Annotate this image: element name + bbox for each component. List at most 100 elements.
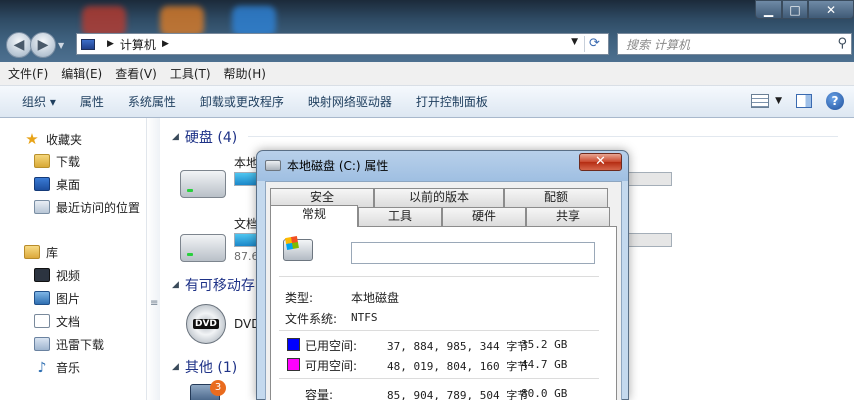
- star-icon: ★: [25, 130, 39, 148]
- group-title: 有可移动存: [184, 278, 255, 294]
- capacity-label: 容量:: [305, 388, 334, 400]
- sidebar-item-desktop[interactable]: 桌面: [34, 175, 80, 193]
- type-label: 类型:: [285, 291, 314, 305]
- dialog-close-button[interactable]: ✕: [579, 153, 622, 171]
- hard-drive-icon: [265, 160, 281, 171]
- properties-button[interactable]: 属性: [80, 93, 104, 110]
- menu-view[interactable]: 查看(V): [115, 65, 157, 82]
- free-space-label: 可用空间:: [305, 359, 358, 373]
- address-dropdown-icon[interactable]: ▼: [571, 37, 578, 47]
- sidebar-item-downloads[interactable]: 下载: [34, 152, 80, 170]
- pane-splitter[interactable]: ≡: [146, 118, 160, 400]
- dialog-body: 安全 以前的版本 配额 常规 工具 硬件 共享 类型: 本地磁盘 文件系统: N…: [265, 181, 622, 400]
- splitter-grip-icon: ≡: [150, 298, 159, 309]
- tab-tools[interactable]: 工具: [358, 207, 442, 226]
- menu-bar: 文件(F) 编辑(E) 查看(V) 工具(T) 帮助(H): [0, 62, 854, 86]
- used-space-gb: 35.2 GB: [521, 338, 568, 351]
- downloads-folder-icon: [34, 154, 50, 168]
- sidebar-item-documents[interactable]: 文档: [34, 312, 80, 330]
- filesystem-label: 文件系统:: [285, 312, 338, 326]
- sidebar-label: 库: [46, 245, 59, 260]
- dialog-title-text: 本地磁盘 (C:) 属性: [287, 159, 389, 173]
- group-title: 硬盘 (4): [184, 130, 238, 146]
- breadcrumb-computer[interactable]: 计算机: [120, 36, 156, 53]
- menu-edit[interactable]: 编辑(E): [61, 65, 102, 82]
- documents-icon: [34, 314, 50, 328]
- sidebar-label: 图片: [56, 291, 81, 306]
- collapse-icon: ◢: [172, 362, 179, 372]
- sidebar-item-music[interactable]: ♪ 音乐: [34, 358, 80, 376]
- recent-places-icon: [34, 200, 50, 214]
- group-divider: [248, 136, 838, 137]
- tab-general[interactable]: 常规: [270, 205, 358, 227]
- organize-button[interactable]: 组织 ▾: [22, 93, 56, 110]
- preview-pane-icon[interactable]: [796, 94, 812, 108]
- menu-help[interactable]: 帮助(H): [224, 65, 266, 82]
- tab-quota[interactable]: 配额: [504, 188, 608, 207]
- tab-previous-versions[interactable]: 以前的版本: [374, 188, 504, 207]
- group-header-removable[interactable]: ◢ 有可移动存: [172, 275, 255, 295]
- group-header-other[interactable]: ◢ 其他 (1): [172, 357, 237, 377]
- maximize-button[interactable]: □: [782, 0, 808, 19]
- used-space-swatch: [287, 338, 300, 351]
- other-device-icon[interactable]: 3: [190, 380, 226, 400]
- sidebar-label: 最近访问的位置: [56, 200, 141, 215]
- forward-arrow-icon: ▶: [37, 37, 49, 53]
- taskbar-thumbnail-blur: [160, 6, 204, 36]
- xunlei-folder-icon: [34, 337, 50, 351]
- sidebar-label: 音乐: [56, 360, 81, 375]
- drive-c-icon[interactable]: [180, 170, 226, 198]
- type-value: 本地磁盘: [351, 291, 400, 305]
- videos-icon: [34, 268, 50, 282]
- breadcrumb-separator-icon[interactable]: ▶: [107, 39, 114, 49]
- view-dropdown-icon[interactable]: ▼: [775, 96, 782, 106]
- breadcrumb-separator-icon[interactable]: ▶: [162, 39, 169, 49]
- search-box[interactable]: 搜索 计算机 ⚲: [617, 33, 852, 55]
- tab-hardware[interactable]: 硬件: [442, 207, 526, 226]
- drive-d-free-text: 87.6: [234, 250, 259, 263]
- dvd-badge: DVD: [193, 319, 219, 329]
- menu-file[interactable]: 文件(F): [8, 65, 48, 82]
- sidebar-item-pictures[interactable]: 图片: [34, 289, 80, 307]
- forward-button[interactable]: ▶: [30, 32, 56, 58]
- computer-icon: [81, 38, 95, 50]
- drive-d-icon[interactable]: [180, 234, 226, 262]
- filesystem-value: NTFS: [351, 311, 378, 324]
- sidebar-label: 迅雷下载: [56, 337, 105, 352]
- sidebar-label: 文档: [56, 314, 81, 329]
- search-icon[interactable]: ⚲: [837, 36, 847, 51]
- recent-pages-dropdown-icon[interactable]: ▼: [58, 41, 64, 50]
- system-properties-button[interactable]: 系统属性: [128, 93, 176, 110]
- general-tab-panel: 类型: 本地磁盘 文件系统: NTFS 已用空间: 37, 884, 985, …: [270, 226, 617, 400]
- uninstall-program-button[interactable]: 卸载或更改程序: [200, 93, 284, 110]
- back-arrow-icon: ◀: [13, 37, 25, 53]
- help-icon[interactable]: ?: [826, 92, 844, 110]
- close-window-button[interactable]: ✕: [808, 0, 854, 19]
- drive-c-label[interactable]: 本地: [234, 154, 258, 171]
- sidebar-label: 下载: [56, 154, 81, 169]
- window-titlebar: ▁ □ ✕ ◀ ▶ ▼ ▶ 计算机 ▶ ▼ ⟳ 搜索 计算机 ⚲: [0, 0, 854, 62]
- back-button[interactable]: ◀: [6, 32, 32, 58]
- used-space-label: 已用空间:: [305, 339, 358, 353]
- minimize-button[interactable]: ▁: [755, 0, 782, 19]
- drive-d-label[interactable]: 文档: [234, 215, 258, 232]
- open-control-panel-button[interactable]: 打开控制面板: [416, 93, 488, 110]
- address-bar[interactable]: ▶ 计算机 ▶ ▼ ⟳: [76, 33, 609, 55]
- command-bar: 组织 ▾ 属性 系统属性 卸载或更改程序 映射网络驱动器 打开控制面板 ▼ ?: [0, 86, 854, 118]
- used-space-bytes: 37, 884, 985, 344 字节: [387, 340, 529, 353]
- refresh-icon[interactable]: ⟳: [584, 36, 604, 52]
- tab-sharing[interactable]: 共享: [526, 207, 610, 226]
- group-header-hard-disks[interactable]: ◢ 硬盘 (4): [172, 127, 237, 147]
- sidebar-favorites[interactable]: ★ 收藏夹: [24, 130, 82, 148]
- sidebar-item-recent-places[interactable]: 最近访问的位置: [34, 198, 140, 216]
- sidebar-item-xunlei-downloads[interactable]: 迅雷下载: [34, 335, 104, 353]
- sidebar-item-videos[interactable]: 视频: [34, 266, 80, 284]
- dvd-drive-icon[interactable]: DVD: [186, 304, 226, 344]
- change-view-icon[interactable]: [751, 94, 770, 108]
- free-space-swatch: [287, 358, 300, 371]
- menu-tools[interactable]: 工具(T): [170, 65, 211, 82]
- map-network-drive-button[interactable]: 映射网络驱动器: [308, 93, 392, 110]
- volume-label-input[interactable]: [351, 242, 595, 264]
- navigation-pane: ★ 收藏夹 下载 桌面 最近访问的位置 库 视频 图片 文档 迅雷下载 ♪ 音乐: [0, 118, 160, 400]
- sidebar-libraries[interactable]: 库: [24, 243, 58, 261]
